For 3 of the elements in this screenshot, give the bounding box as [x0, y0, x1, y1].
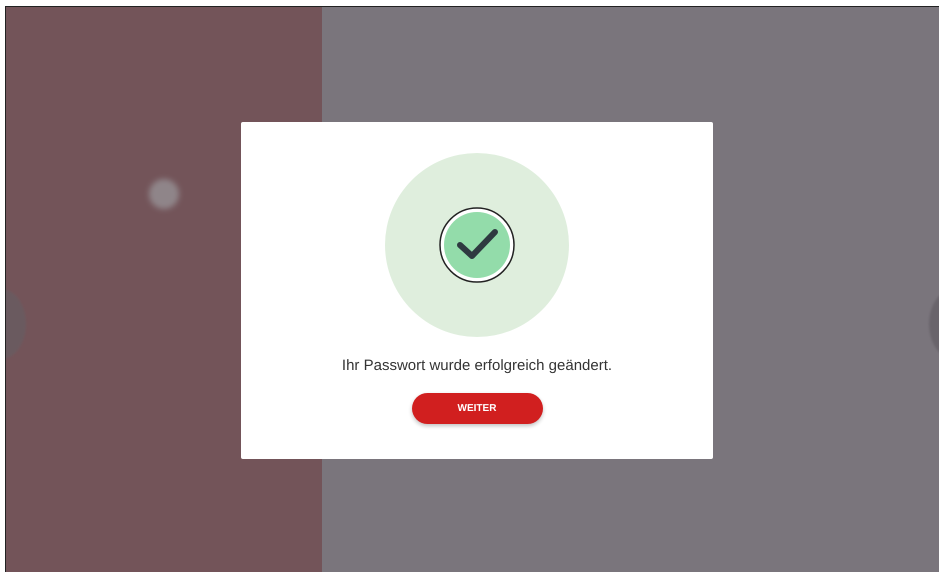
continue-button[interactable]: WEITER [412, 393, 542, 424]
success-message: Ihr Passwort wurde erfolgreich geändert. [342, 357, 612, 374]
check-circle-icon [438, 206, 516, 284]
